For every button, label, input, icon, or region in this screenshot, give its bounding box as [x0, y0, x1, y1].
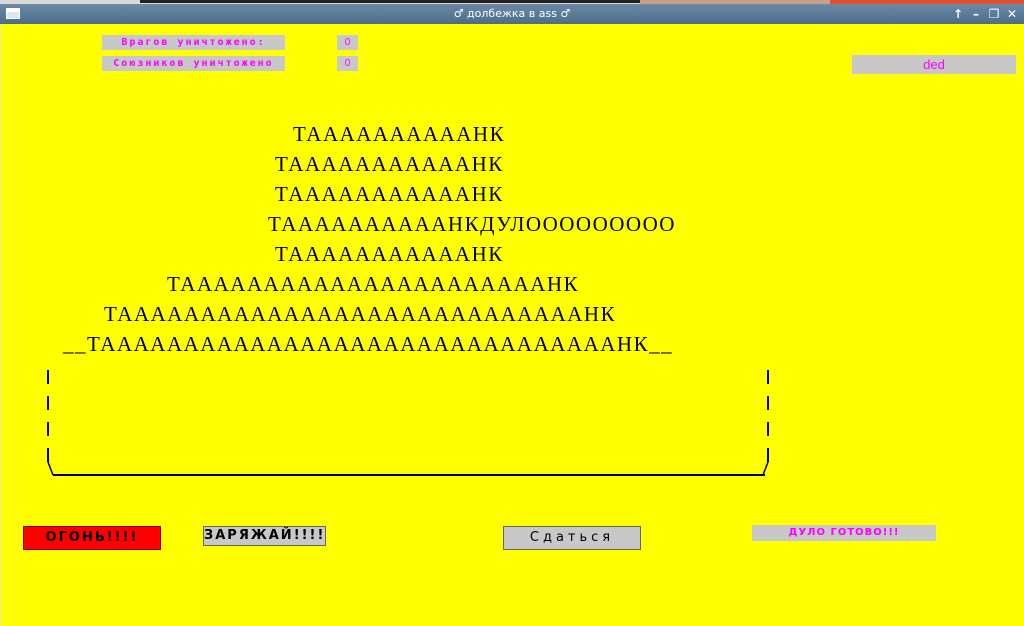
allies-killed-value: 0 — [337, 56, 358, 71]
surrender-button[interactable]: Сдаться — [503, 526, 641, 550]
maximize-icon[interactable]: ❐ — [986, 6, 1002, 22]
enemies-killed-value: 0 — [337, 35, 358, 50]
tank-row: ТАААААААААААНК — [275, 152, 504, 176]
tank-row: ТАААААААААААНК — [275, 182, 504, 206]
window-titlebar[interactable]: ♂ долбежка в ass ♂ ↑ – ❐ ✕ — [0, 4, 1024, 24]
barrel-status: ДУЛО ГОТОВО!!! — [752, 525, 936, 541]
fire-button[interactable]: ОГОНЬ!!!! — [23, 526, 161, 550]
desktop-strip-segment — [140, 0, 640, 3]
enemies-killed-label: Врагов уничтожено: — [102, 35, 285, 50]
close-icon[interactable]: ✕ — [1004, 6, 1020, 22]
tank-hull-bottom — [53, 474, 765, 476]
tank-hull-outline — [47, 364, 769, 476]
tank-hull-corners — [47, 461, 769, 476]
tank-row: ТААААААААААААААААААААААААААААНК — [104, 302, 617, 326]
tank-row: ТААААААААААНК — [293, 122, 506, 146]
load-button[interactable]: ЗАРЯЖАЙ!!!! — [203, 526, 326, 546]
player-name-field: ded — [852, 55, 1016, 74]
keep-above-icon[interactable]: ↑ — [950, 6, 966, 22]
minimize-icon[interactable]: – — [968, 6, 984, 22]
tank-barrel-row: ТААААААААААНКДУЛООООООООО — [268, 212, 676, 236]
allies-killed-label: Союзников уничтожено — [102, 56, 285, 71]
window-title: ♂ долбежка в ass ♂ — [453, 7, 571, 20]
game-canvas: Врагов уничтожено: 0 Союзников уничтожен… — [0, 24, 1024, 626]
tank-row: ТААААААААААААААААААААААНК — [167, 272, 580, 296]
tank-row: __ТАААААААААААААААААААААААААААААААНК__ — [63, 332, 674, 356]
tank-row: ТАААААААААААНК — [275, 242, 504, 266]
